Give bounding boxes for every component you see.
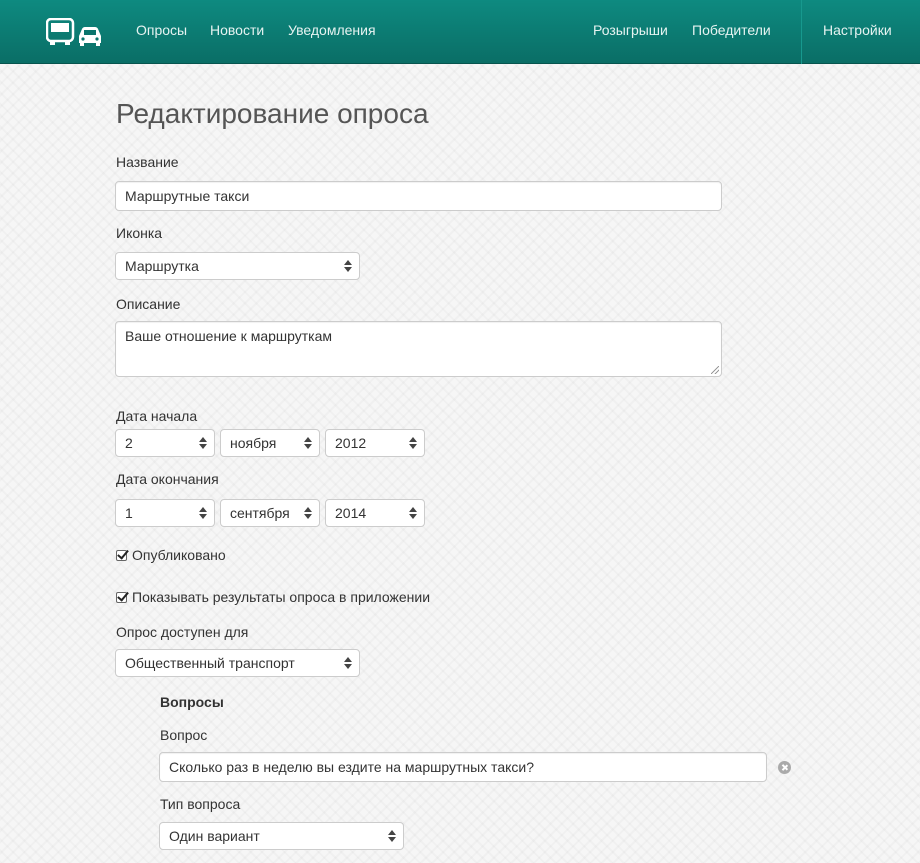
select-arrows-icon bbox=[199, 437, 207, 449]
nav-link-notifications[interactable]: Уведомления bbox=[288, 22, 376, 38]
question-type-label: Тип вопроса bbox=[160, 796, 241, 812]
select-arrows-icon bbox=[199, 507, 207, 519]
name-label: Название bbox=[116, 154, 179, 170]
end-month-select[interactable]: сентября bbox=[220, 499, 320, 527]
show-results-checkbox-row[interactable]: Показывать результаты опроса в приложени… bbox=[116, 589, 430, 605]
question-type-select[interactable]: Один вариант bbox=[159, 822, 404, 850]
brand-logo[interactable] bbox=[46, 18, 102, 48]
nav-link-surveys[interactable]: Опросы bbox=[136, 22, 187, 38]
end-year-select[interactable]: 2014 bbox=[325, 499, 425, 527]
available-for-label: Опрос доступен для bbox=[116, 624, 249, 640]
top-navbar: Опросы Новости Уведомления Розыгрыши Поб… bbox=[0, 0, 920, 64]
start-month-select[interactable]: ноября bbox=[220, 429, 320, 457]
select-arrows-icon bbox=[344, 260, 352, 272]
question-label: Вопрос bbox=[160, 727, 208, 743]
remove-question-icon[interactable] bbox=[778, 761, 791, 774]
question-type-value: Один вариант bbox=[169, 828, 260, 844]
select-arrows-icon bbox=[304, 437, 312, 449]
icon-select-value: Маршрутка bbox=[125, 258, 199, 274]
published-checkbox[interactable] bbox=[116, 550, 127, 561]
name-input[interactable]: Маршрутные такси bbox=[115, 181, 722, 211]
select-arrows-icon bbox=[344, 657, 352, 669]
question-input[interactable]: Сколько раз в неделю вы ездите на маршру… bbox=[159, 752, 767, 782]
nav-link-news[interactable]: Новости bbox=[210, 22, 264, 38]
end-month-value: сентября bbox=[230, 505, 290, 521]
nav-link-winners[interactable]: Победители bbox=[692, 22, 771, 38]
nav-divider bbox=[801, 0, 802, 64]
start-year-select[interactable]: 2012 bbox=[325, 429, 425, 457]
end-year-value: 2014 bbox=[335, 505, 367, 521]
start-day-select[interactable]: 2 bbox=[115, 429, 215, 457]
description-textarea[interactable]: Ваше отношение к маршруткам bbox=[115, 321, 722, 377]
icon-select[interactable]: Маршрутка bbox=[115, 252, 360, 280]
end-date-label: Дата окончания bbox=[116, 471, 219, 487]
published-checkbox-row[interactable]: Опубликовано bbox=[116, 547, 226, 563]
icon-label: Иконка bbox=[116, 225, 163, 241]
start-year-value: 2012 bbox=[335, 435, 367, 451]
published-label: Опубликовано bbox=[132, 547, 226, 563]
nav-link-settings[interactable]: Настройки bbox=[823, 22, 892, 38]
select-arrows-icon bbox=[409, 437, 417, 449]
car-icon bbox=[79, 27, 101, 46]
description-value: Ваше отношение к маршруткам bbox=[125, 328, 333, 344]
select-arrows-icon bbox=[388, 830, 396, 842]
select-arrows-icon bbox=[304, 507, 312, 519]
available-for-value: Общественный транспорт bbox=[125, 655, 295, 671]
questions-heading: Вопросы bbox=[160, 694, 224, 710]
bus-icon bbox=[46, 18, 75, 45]
start-date-label: Дата начала bbox=[116, 408, 198, 424]
end-day-value: 1 bbox=[125, 505, 133, 521]
page-title: Редактирование опроса bbox=[116, 98, 429, 129]
end-day-select[interactable]: 1 bbox=[115, 499, 215, 527]
select-arrows-icon bbox=[409, 507, 417, 519]
start-month-value: ноября bbox=[230, 435, 277, 451]
show-results-checkbox[interactable] bbox=[116, 592, 127, 603]
description-label: Описание bbox=[116, 296, 181, 312]
show-results-label: Показывать результаты опроса в приложени… bbox=[132, 589, 431, 605]
nav-link-raffles[interactable]: Розыгрыши bbox=[593, 22, 668, 38]
start-day-value: 2 bbox=[125, 435, 133, 451]
resize-grip-icon[interactable] bbox=[711, 366, 719, 374]
available-for-select[interactable]: Общественный транспорт bbox=[115, 649, 360, 677]
